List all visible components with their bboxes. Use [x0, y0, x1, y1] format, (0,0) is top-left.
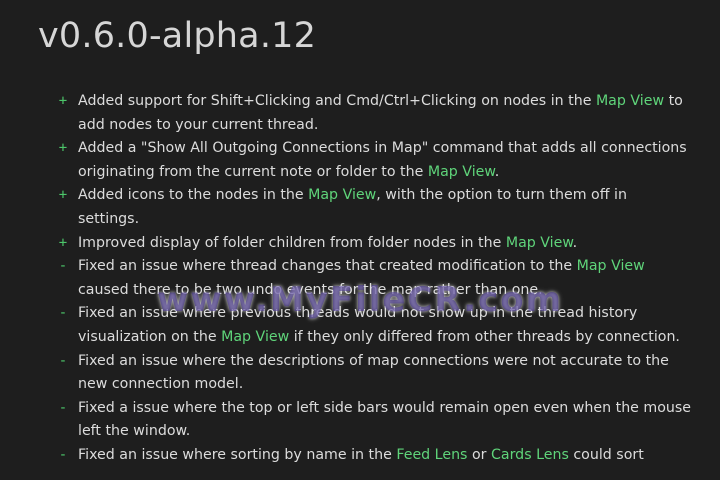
minus-icon: -: [58, 399, 68, 416]
doc-link[interactable]: Map View: [221, 329, 289, 345]
doc-link[interactable]: Map View: [428, 164, 495, 180]
changelog-entry-added: + Added a "Show All Outgoing Connections …: [52, 137, 692, 184]
changelog-entry-added: + Added support for Shift+Clicking and Cm…: [52, 90, 692, 137]
doc-link[interactable]: Cards Lens: [491, 447, 569, 463]
doc-link[interactable]: Map View: [308, 187, 376, 203]
changelog-entry-fixed: - Fixed an issue where thread changes tha…: [52, 255, 692, 302]
entry-text: Improved display of folder children from…: [78, 234, 506, 251]
entry-text: Fixed an issue where sorting by name in …: [78, 446, 397, 463]
entry-text: caused there to be two undo events for t…: [78, 281, 543, 298]
minus-icon: -: [58, 352, 68, 369]
minus-icon: -: [58, 305, 68, 322]
release-notes-page: v0.6.0-alpha.12 + Added support for Shift…: [0, 0, 720, 480]
entry-text: Fixed an issue where thread changes that…: [78, 258, 577, 275]
changelog-entry-fixed: - Fixed an issue where previous threads w…: [52, 302, 692, 349]
plus-icon: +: [58, 140, 68, 157]
entry-text: or: [467, 446, 491, 463]
entry-text: .: [494, 163, 500, 180]
entry-text: Fixed an issue where the descriptions of…: [78, 352, 669, 393]
minus-icon: -: [58, 258, 68, 275]
plus-icon: +: [58, 187, 68, 204]
changelog-entry-fixed: - Fixed a issue where the top or left sid…: [52, 397, 692, 444]
entry-text: Added support for Shift+Clicking and Cmd…: [78, 93, 596, 109]
doc-link[interactable]: Map View: [596, 93, 664, 109]
entry-text: if they only differed from other threads…: [289, 328, 680, 345]
entry-text: Added icons to the nodes in the: [78, 187, 309, 204]
changelog-entry-fixed: - Fixed an issue where the descriptions o…: [52, 350, 692, 397]
plus-icon: +: [58, 93, 68, 109]
changelog-entry-added: + Improved display of folder children fro…: [52, 232, 692, 256]
changelog-entry-fixed: - Fixed an issue where sorting by name in…: [52, 444, 692, 468]
changelog-entry-added: + Added icons to the nodes in the Map Vie…: [52, 184, 692, 231]
minus-icon: -: [58, 446, 68, 463]
doc-link[interactable]: Map View: [506, 235, 573, 251]
doc-link[interactable]: Map View: [577, 258, 645, 274]
version-title: v0.6.0-alpha.12: [38, 16, 317, 56]
entry-text: Added a "Show All Outgoing Connections i…: [78, 140, 687, 180]
entry-text: .: [572, 234, 578, 251]
doc-link[interactable]: Feed Lens: [396, 447, 467, 463]
entry-text: Fixed a issue where the top or left side…: [78, 399, 692, 440]
entry-text: could sort: [568, 446, 644, 463]
changelog-list: + Added support for Shift+Clicking and Cm…: [52, 90, 692, 468]
plus-icon: +: [58, 234, 68, 251]
